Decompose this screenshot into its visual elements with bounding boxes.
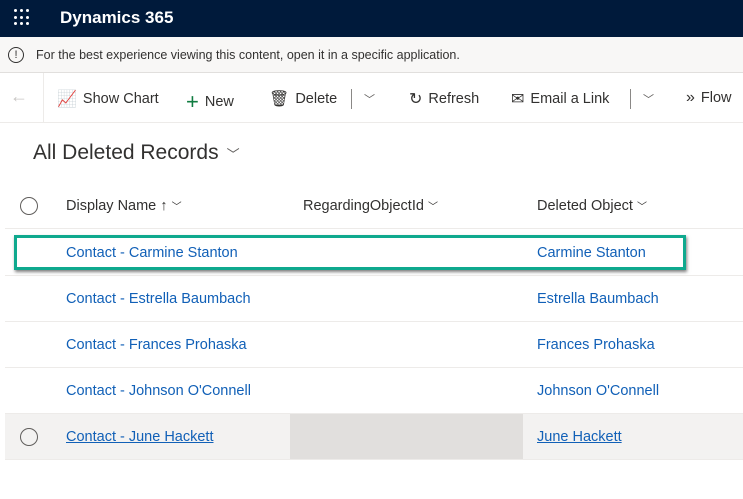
view-selector[interactable]: All Deleted Records ﹀ — [33, 141, 240, 165]
separator — [630, 89, 631, 109]
display-name-link[interactable]: Contact - Frances Prohaska — [66, 322, 247, 367]
chevron-down-icon: ﹀ — [171, 202, 182, 213]
table-row[interactable]: Contact - Johnson O'Connell Johnson O'Con… — [5, 368, 743, 414]
command-bar: ← 📈 Show Chart + New 🗑 Delete ﹀ ↻ Refresh ✉ E… — [0, 73, 743, 123]
deleted-object-link[interactable]: Frances Prohaska — [537, 322, 655, 367]
display-name-link[interactable]: Contact - June Hackett — [66, 414, 214, 459]
top-bar: Dynamics 365 — [0, 0, 743, 37]
view-title: All Deleted Records — [33, 141, 219, 164]
deleted-object-link[interactable]: Estrella Baumbach — [537, 276, 659, 321]
regarding-cell — [290, 414, 523, 459]
table-row[interactable]: Contact - Frances Prohaska Frances Prohas… — [5, 322, 743, 368]
deleted-object-link[interactable]: Johnson O'Connell — [537, 368, 659, 413]
app-name[interactable]: Dynamics 365 — [60, 8, 173, 28]
column-label: RegardingObjectId — [303, 198, 424, 214]
show-chart-label: Show Chart — [82, 91, 159, 107]
notice-bar: ! For the best experience viewing this c… — [0, 37, 743, 73]
regarding-cell — [290, 276, 523, 321]
app-launcher-icon[interactable] — [14, 9, 32, 27]
table-header: Display Name ↑ ﹀ RegardingObjectId ﹀ Del… — [5, 183, 743, 229]
regarding-cell — [290, 322, 523, 367]
email-more-chevron-icon[interactable]: ﹀ — [643, 91, 654, 107]
chevron-down-icon: ﹀ — [427, 202, 438, 213]
table-row[interactable]: Contact - June Hackett June Hackett — [5, 414, 743, 460]
column-header-regarding[interactable]: RegardingObjectId ﹀ — [303, 183, 438, 228]
back-arrow-icon[interactable]: ← — [10, 86, 28, 107]
display-name-link[interactable]: Contact - Estrella Baumbach — [66, 276, 251, 321]
regarding-cell — [290, 368, 523, 413]
column-header-display-name[interactable]: Display Name ↑ ﹀ — [66, 183, 182, 228]
divider — [43, 73, 44, 123]
display-name-link[interactable]: Contact - Johnson O'Connell — [66, 368, 251, 413]
chart-icon: 📈 — [57, 91, 77, 108]
refresh-button[interactable]: ↻ Refresh — [409, 89, 479, 109]
chevron-down-icon: ﹀ — [226, 147, 240, 162]
separator — [351, 89, 352, 109]
delete-more-chevron-icon[interactable]: ﹀ — [364, 91, 375, 107]
table-row[interactable]: Contact - Estrella Baumbach Estrella Baum… — [5, 276, 743, 322]
column-label: Display Name — [66, 198, 157, 214]
flow-icon: » — [686, 89, 695, 106]
trash-icon: 🗑 — [269, 91, 290, 108]
delete-button[interactable]: 🗑 Delete — [269, 89, 337, 109]
email-link-button[interactable]: ✉ Email a Link — [511, 89, 609, 109]
refresh-label: Refresh — [428, 91, 480, 107]
chevron-down-icon: ﹀ — [636, 202, 647, 213]
new-button[interactable]: + New — [186, 89, 234, 115]
delete-label: Delete — [295, 91, 338, 107]
plus-icon: + — [186, 89, 199, 114]
row-checkbox[interactable] — [20, 428, 38, 446]
new-label: New — [204, 94, 234, 110]
email-link-label: Email a Link — [530, 91, 610, 107]
select-all-checkbox[interactable] — [20, 197, 38, 215]
column-label: Deleted Object — [537, 198, 633, 214]
show-chart-button[interactable]: 📈 Show Chart — [57, 89, 159, 109]
info-icon: ! — [8, 47, 24, 63]
email-icon: ✉ — [511, 91, 525, 108]
sort-ascending-icon: ↑ — [160, 198, 168, 214]
column-header-deleted-object[interactable]: Deleted Object ﹀ — [537, 183, 647, 228]
refresh-icon: ↻ — [409, 91, 423, 108]
flow-button[interactable]: » Flow — [686, 89, 732, 107]
flow-label: Flow — [700, 90, 732, 106]
notice-text: For the best experience viewing this con… — [36, 48, 460, 62]
deleted-object-link[interactable]: June Hackett — [537, 414, 622, 459]
highlight-box — [14, 235, 686, 270]
